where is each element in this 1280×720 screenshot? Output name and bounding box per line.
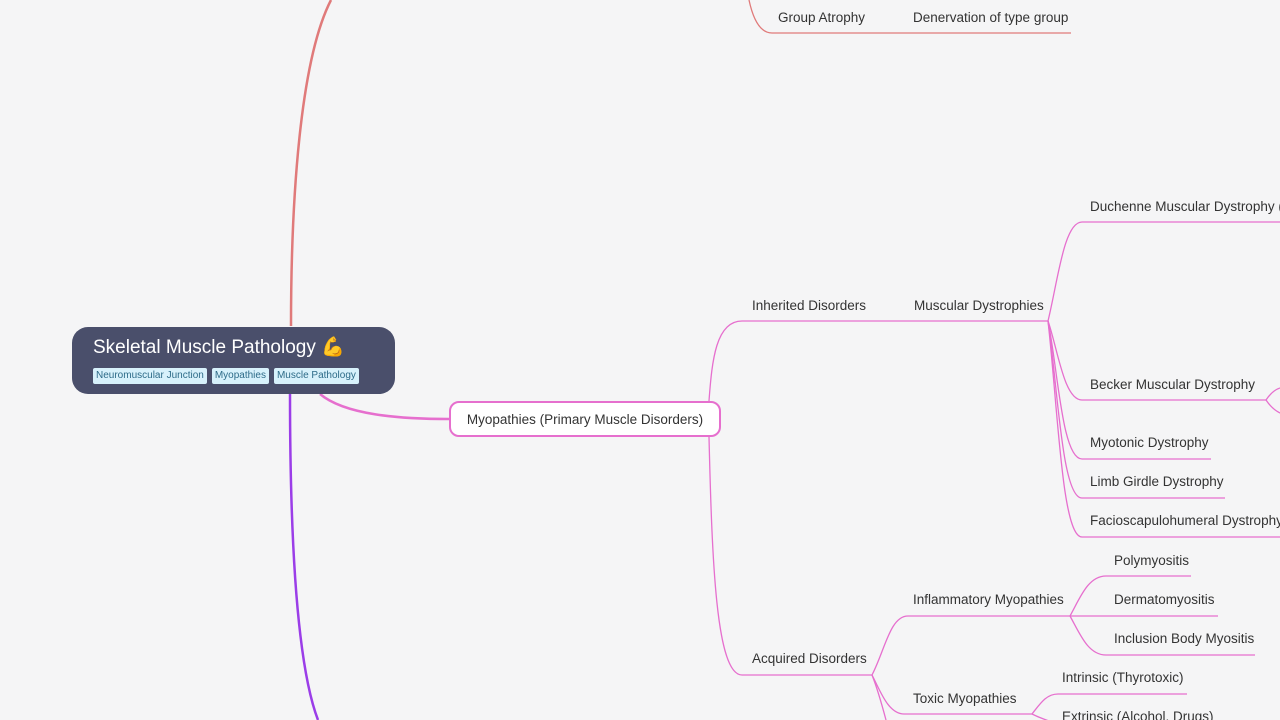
node-denervation[interactable]: Denervation of type group [913,9,1068,27]
node-myopathies[interactable]: Myopathies (Primary Muscle Disorders) [449,401,721,437]
connector-facio [1047,320,1280,538]
node-dermatomyositis[interactable]: Dermatomyositis [1114,591,1215,609]
mind-map-canvas: Group Atrophy Denervation of type group … [0,0,1280,720]
connector-root-to-top [289,0,333,327]
connector-root-to-bottom [288,393,320,720]
node-inflammatory-myopathies[interactable]: Inflammatory Myopathies [913,591,1064,609]
node-acquired-disorders[interactable]: Acquired Disorders [752,650,867,668]
root-tag-list: Neuromuscular Junction Myopathies Muscle… [93,368,374,384]
connector-becker-extra-1 [1265,387,1280,401]
connector-root-to-myopathies [319,393,450,421]
node-duchenne[interactable]: Duchenne Muscular Dystrophy ( [1090,198,1280,216]
tag-muscle-pathology[interactable]: Muscle Pathology [273,368,359,384]
node-group-atrophy[interactable]: Group Atrophy [778,9,865,27]
tag-myopathies[interactable]: Myopathies [211,368,269,384]
connector-limb-girdle [1047,320,1225,499]
node-intrinsic-thyrotoxic[interactable]: Intrinsic (Thyrotoxic) [1062,669,1184,687]
connector-duchenne [1047,221,1280,322]
node-polymyositis[interactable]: Polymyositis [1114,552,1189,570]
connector-to-acquired [708,436,872,676]
root-topic[interactable]: Skeletal Muscle Pathology 💪 Neuromuscula… [72,327,395,394]
connector-becker-extra-2 [1265,399,1280,414]
node-inclusion-body-myositis[interactable]: Inclusion Body Myositis [1114,630,1254,648]
connector-to-inherited [708,320,1048,402]
node-extrinsic-alcohol-drugs[interactable]: Extrinsic (Alcohol, Drugs) [1062,708,1214,720]
root-title: Skeletal Muscle Pathology 💪 [93,337,345,358]
connector-inflammatory [871,615,1070,676]
connector-extrinsic [1031,713,1049,720]
node-becker[interactable]: Becker Muscular Dystrophy [1090,376,1255,394]
node-toxic-myopathies[interactable]: Toxic Myopathies [913,690,1017,708]
node-myotonic[interactable]: Myotonic Dystrophy [1090,434,1209,452]
node-muscular-dystrophies[interactable]: Muscular Dystrophies [914,297,1044,315]
node-facioscapulohumeral[interactable]: Facioscapulohumeral Dystrophy [1090,512,1280,530]
node-limb-girdle[interactable]: Limb Girdle Dystrophy [1090,473,1224,491]
tag-neuromuscular-junction[interactable]: Neuromuscular Junction [93,368,207,384]
node-inherited-disorders[interactable]: Inherited Disorders [752,297,866,315]
